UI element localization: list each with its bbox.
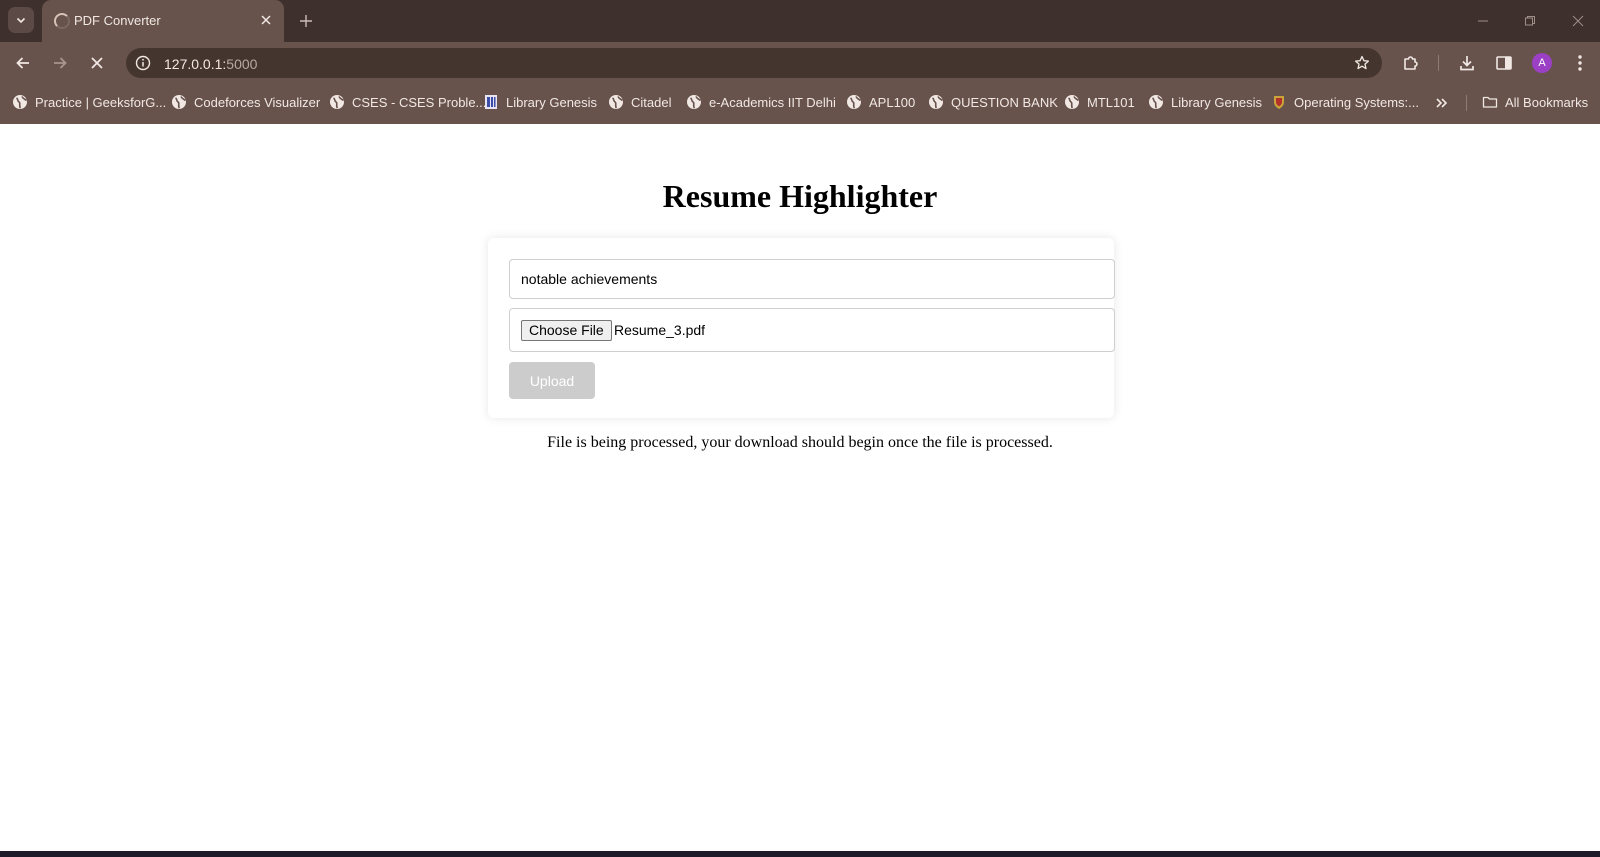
tab-search-button[interactable] [8,7,34,33]
globe-icon [928,94,944,110]
bookmark-label: Library Genesis [1171,94,1263,110]
site-info-button[interactable] [134,54,152,72]
tab-strip: PDF Converter [0,0,1600,42]
side-panel-button[interactable] [1492,51,1516,75]
bookmark-label: Citadel [631,94,672,110]
page-content: Resume Highlighter Choose File Resume_3.… [0,124,1600,851]
minimize-icon [1478,20,1488,22]
bookmark-label: MTL101 [1087,94,1135,110]
crest-icon [1271,94,1287,110]
arrow-left-icon [16,57,29,69]
taskbar-strip [0,851,1600,857]
bookmark-item[interactable]: Practice | GeeksforG... [12,92,166,112]
bookmark-label: Operating Systems:... [1294,94,1419,110]
arrow-right-icon [54,57,67,69]
bookmark-item[interactable]: QUESTION BANK [928,92,1058,112]
bookmark-item[interactable]: Operating Systems:... [1271,92,1419,112]
globe-icon [608,94,624,110]
bookmarks-divider [1466,95,1467,111]
downloads-button[interactable] [1455,51,1479,75]
upload-form: Choose File Resume_3.pdf Upload [488,238,1115,418]
selected-file-name: Resume_3.pdf [614,322,706,338]
bookmark-label: Practice | GeeksforG... [35,94,167,110]
back-button[interactable] [10,50,36,76]
bookmark-item[interactable]: CSES - CSES Proble... [329,92,486,112]
bookmark-item[interactable]: APL100 [846,92,915,112]
browser-toolbar: 127.0.0.1:5000 A [0,42,1600,82]
toolbar-divider [1438,55,1439,71]
tab-active[interactable]: PDF Converter [42,0,284,42]
loading-spinner-icon [54,13,70,29]
upload-button[interactable]: Upload [509,362,595,399]
close-window-button[interactable] [1567,10,1589,32]
minimize-button[interactable] [1472,10,1494,32]
close-tab-button[interactable] [258,12,274,28]
file-input[interactable]: Choose File Resume_3.pdf [509,308,1115,352]
bookmark-label: QUESTION BANK [951,94,1058,110]
puzzle-icon [1404,56,1418,70]
plus-icon [300,15,312,27]
close-icon [1572,15,1584,27]
bookmark-label: Codeforces Visualizer [194,94,321,110]
globe-icon [12,94,28,110]
kebab-menu-icon [1578,55,1582,71]
keywords-input[interactable] [509,259,1115,299]
close-icon [261,15,271,25]
bookmark-star-button[interactable] [1352,53,1372,73]
bookmark-item[interactable]: Codeforces Visualizer [171,92,320,112]
url-port: 5000 [226,56,258,72]
stop-loading-button[interactable] [84,50,110,76]
bookmark-label: CSES - CSES Proble... [352,94,487,110]
bookmark-item[interactable]: Library Genesis [483,92,597,112]
all-bookmarks-button[interactable]: All Bookmarks [1482,92,1588,112]
globe-icon [329,94,345,110]
globe-icon [686,94,702,110]
bookmark-label: e-Academics IIT Delhi [709,94,836,110]
globe-icon [846,94,862,110]
bookmark-item[interactable]: MTL101 [1064,92,1135,112]
url-text: 127.0.0.1:5000 [164,56,257,72]
folder-icon [1482,94,1498,110]
bookmark-item[interactable]: Library Genesis [1148,92,1262,112]
info-icon [135,55,151,71]
bookmark-label: Library Genesis [506,94,598,110]
library-icon [483,94,499,110]
page-title: Resume Highlighter [662,178,938,214]
globe-icon [171,94,187,110]
bookmark-label: APL100 [869,94,916,110]
profile-avatar[interactable]: A [1532,53,1552,73]
browser-menu-button[interactable] [1568,51,1592,75]
chevron-double-right-icon [1436,98,1448,108]
forward-button[interactable] [47,50,73,76]
all-bookmarks-label: All Bookmarks [1505,94,1589,110]
restore-button[interactable] [1519,10,1541,32]
status-message: File is being processed, your download s… [547,434,1053,451]
globe-icon [1064,94,1080,110]
new-tab-button[interactable] [295,10,317,32]
choose-file-button[interactable]: Choose File [521,320,612,341]
restore-icon [1525,16,1535,26]
stop-icon [91,57,103,69]
globe-icon [1148,94,1164,110]
tab-title: PDF Converter [74,13,161,28]
star-icon [1354,55,1370,70]
extensions-button[interactable] [1399,51,1423,75]
more-bookmarks-button[interactable] [1432,94,1452,112]
address-bar[interactable]: 127.0.0.1:5000 [126,48,1382,78]
download-icon [1460,56,1474,71]
bookmark-item[interactable]: Citadel [608,92,671,112]
bookmarks-bar: Practice | GeeksforG... Codeforces Visua… [0,82,1600,124]
chevron-down-icon [16,17,26,24]
url-host: 127.0.0.1: [164,56,227,72]
side-panel-icon [1496,56,1512,70]
bookmark-item[interactable]: e-Academics IIT Delhi [686,92,836,112]
